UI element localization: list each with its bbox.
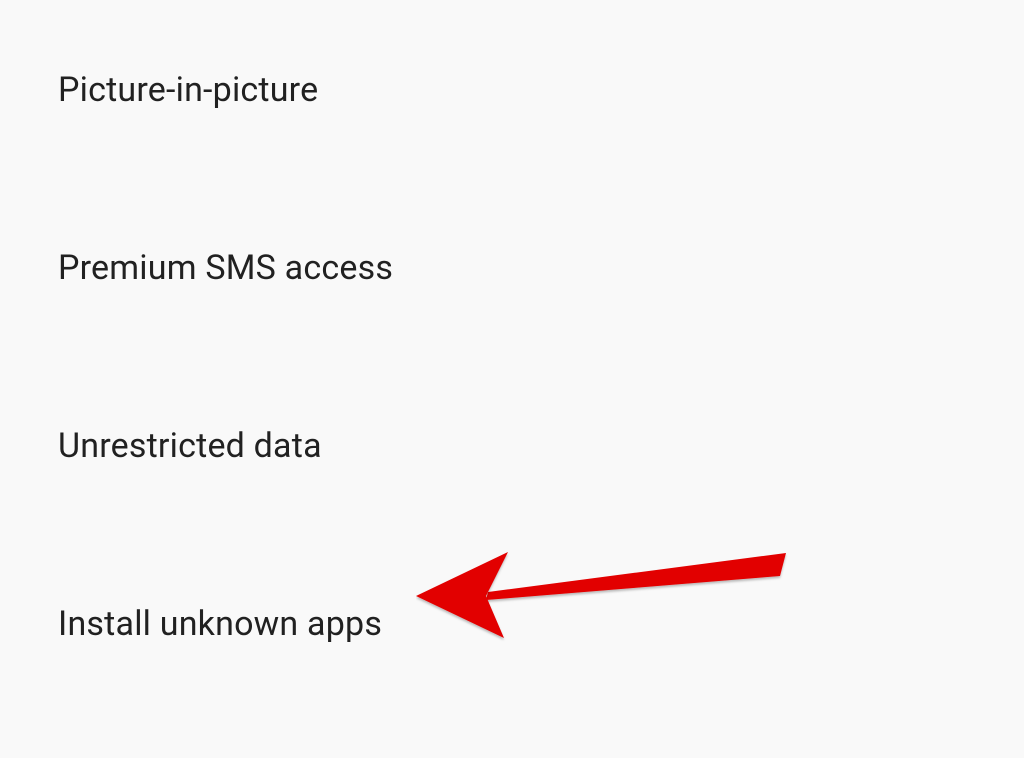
settings-item-picture-in-picture[interactable]: Picture-in-picture xyxy=(58,46,1024,134)
settings-item-premium-sms-access[interactable]: Premium SMS access xyxy=(58,224,1024,312)
settings-item-install-unknown-apps[interactable]: Install unknown apps xyxy=(58,580,1024,668)
settings-item-label: Premium SMS access xyxy=(58,248,393,288)
settings-item-label: Unrestricted data xyxy=(58,426,322,466)
settings-item-label: Install unknown apps xyxy=(58,604,382,644)
settings-item-label: Picture-in-picture xyxy=(58,70,318,110)
settings-item-unrestricted-data[interactable]: Unrestricted data xyxy=(58,402,1024,490)
settings-list: Picture-in-picture Premium SMS access Un… xyxy=(0,0,1024,758)
